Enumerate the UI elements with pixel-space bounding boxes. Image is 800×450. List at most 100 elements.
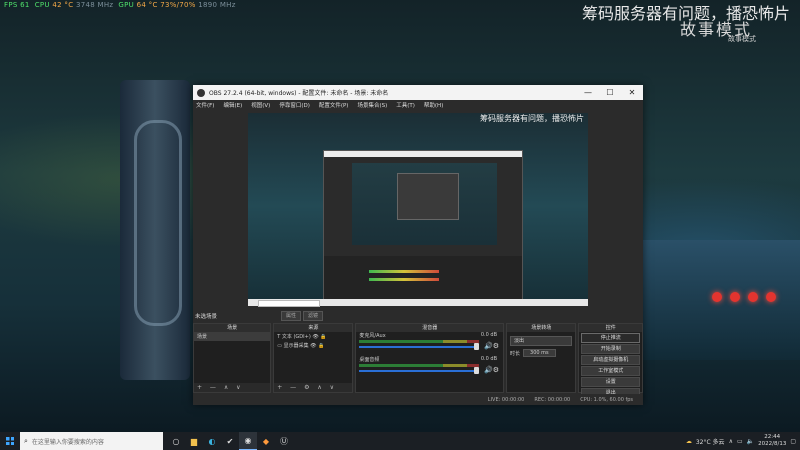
search-placeholder: 在这里输入你要搜索的内容 <box>31 438 104 446</box>
speaker-icon[interactable]: 🔊⚙ <box>484 366 499 374</box>
game-taskbar-icon[interactable]: ◆ <box>257 432 275 450</box>
scene-item[interactable]: 场景 <box>194 332 271 341</box>
scene-toolbar: 未选场景 属性 滤镜 <box>193 311 643 321</box>
edge-browser-icon[interactable]: ◐ <box>203 432 221 450</box>
cpu-label: CPU <box>34 1 50 9</box>
cpu-fps-status: CPU: 1.0%, 60.00 fps <box>580 396 633 403</box>
mixer-channel-desktop: 桌面音频 0.0 dB 🔊⚙ <box>356 356 503 380</box>
sources-footer-controls[interactable]: + — ⚙ ∧ ∨ <box>274 383 353 392</box>
transition-duration: 时长 300 ms <box>510 349 572 357</box>
taskbar-search-box[interactable]: ⌕ 在这里输入你要搜索的内容 <box>20 432 163 450</box>
obs-preview[interactable]: 筹码服务器有问题，播恐怖片 <box>248 113 588 307</box>
volume-slider[interactable] <box>359 346 480 348</box>
transitions-dock: 场景转场 淡出 时长 300 ms <box>506 323 577 393</box>
transitions-dock-title: 场景转场 <box>507 324 576 332</box>
speaker-icon[interactable]: 🔊⚙ <box>484 342 499 350</box>
stop-streaming-button[interactable]: 停止推流 <box>581 333 640 343</box>
mixer-channel-name: 麦克风/Aux <box>359 333 386 339</box>
search-icon: ⌕ <box>24 436 28 445</box>
mixer-channel-db: 0.0 dB <box>480 332 498 338</box>
menu-scene-collection[interactable]: 场景集合(S) <box>357 101 387 109</box>
controls-dock: 控件 停止推流 开始录制 启动虚拟摄像机 工作室模式 设置 退出 <box>578 323 643 398</box>
maximize-button[interactable]: ☐ <box>599 88 621 97</box>
volume-meter <box>359 364 480 367</box>
unreal-icon[interactable]: Ⓤ <box>275 432 293 450</box>
mixer-dock-title: 混音器 <box>356 324 504 332</box>
taskbar-clock[interactable]: 22:44 2022/8/13 <box>758 434 786 448</box>
volume-slider[interactable] <box>359 370 480 372</box>
close-button[interactable]: ✕ <box>621 88 643 97</box>
menu-file[interactable]: 文件(F) <box>196 101 214 109</box>
windows-logo-icon <box>6 437 14 445</box>
weather-icon: ☁ <box>685 437 692 445</box>
task-view-icon[interactable]: ○ <box>167 432 185 450</box>
mixer-channel-mic: 麦克风/Aux 0.0 dB 🔊⚙ <box>356 332 503 356</box>
sources-dock-title: 来源 <box>274 324 353 332</box>
menu-view[interactable]: 视图(V) <box>251 101 270 109</box>
mixer-channel-name: 桌面音频 <box>359 357 380 363</box>
gpu-label: GPU <box>118 1 135 9</box>
studio-mode-button[interactable]: 工作室模式 <box>581 366 640 376</box>
duration-input[interactable]: 300 ms <box>523 349 556 357</box>
mixer-channel-db: 0.0 dB <box>480 356 498 362</box>
notification-icon[interactable]: ▢ <box>790 438 796 445</box>
sources-dock: 来源 T 文本 (GDI+) 👁 🔒 ▭ 显示器采集 👁 🔒 + — ⚙ ∧ ∨ <box>273 323 354 393</box>
tray-chevron-icon[interactable]: ∧ <box>729 438 733 445</box>
cpu-temp: 42 °C <box>52 1 74 9</box>
duration-label: 时长 <box>510 350 521 357</box>
settings-button[interactable]: 设置 <box>581 377 640 387</box>
system-tray: ☁ 32°C 多云 ∧ ▭ 🔈 22:44 2022/8/13 ▢ <box>686 434 800 448</box>
scenes-footer-controls[interactable]: + — ∧ ∨ <box>194 383 271 392</box>
start-recording-button[interactable]: 开始录制 <box>581 344 640 354</box>
obs-app-icon <box>197 88 205 97</box>
scenes-dock: 场景 场景 + — ∧ ∨ <box>193 323 272 393</box>
volume-slider-handle[interactable] <box>474 343 480 350</box>
clock-time: 22:44 <box>764 434 781 440</box>
no-scene-selected-label: 未选场景 <box>195 314 218 320</box>
steam-icon[interactable]: ✔ <box>221 432 239 450</box>
fps-label: FPS <box>4 1 18 9</box>
menu-help[interactable]: 帮助(H) <box>424 101 443 109</box>
source-item-text[interactable]: T 文本 (GDI+) 👁 🔒 <box>274 332 352 341</box>
obs-window[interactable]: OBS 27.2.4 (64-bit, windows) - 配置文件: 未命名… <box>193 85 643 405</box>
cpu-freq: 3748 MHz <box>75 1 114 9</box>
source-item-display[interactable]: ▭ 显示器采集 👁 🔒 <box>274 341 352 350</box>
weather-text[interactable]: 32°C 多云 <box>696 437 725 446</box>
windows-taskbar: ⌕ 在这里输入你要搜索的内容 ○ ▆ ◐ ✔ ◉ ◆ Ⓤ ☁ 32°C 多云 ∧… <box>0 432 800 450</box>
live-timer: LIVE: 00:00:00 <box>487 396 525 403</box>
clock-date: 2022/8/13 <box>758 441 787 447</box>
menu-edit[interactable]: 编辑(E) <box>223 101 242 109</box>
virtual-camera-button[interactable]: 启动虚拟摄像机 <box>581 355 640 365</box>
taskbar-apps: ○ ▆ ◐ ✔ ◉ ◆ Ⓤ <box>167 432 293 450</box>
obs-taskbar-icon[interactable]: ◉ <box>239 432 257 450</box>
minimize-button[interactable]: — <box>577 88 599 97</box>
desktop-background: FPS 61 CPU 42 °C 3748 MHz GPU 64 °C 73%/… <box>0 0 800 432</box>
menu-tools[interactable]: 工具(T) <box>396 101 415 109</box>
lantern <box>766 292 776 302</box>
controls-dock-title: 控件 <box>579 324 642 332</box>
obs-titlebar[interactable]: OBS 27.2.4 (64-bit, windows) - 配置文件: 未命名… <box>193 85 643 100</box>
rec-timer: REC: 00:00:00 <box>534 396 571 403</box>
scenes-dock-title: 场景 <box>194 324 271 332</box>
start-button[interactable] <box>0 432 20 450</box>
nested-obs-window <box>323 150 523 299</box>
lantern <box>730 292 740 302</box>
obs-menubar: 文件(F) 编辑(E) 视图(V) 停靠窗口(D) 配置文件(P) 场景集合(S… <box>193 100 643 110</box>
volume-slider-handle[interactable] <box>474 367 480 374</box>
preview-taskbar <box>248 299 588 307</box>
obs-statusbar: LIVE: 00:00:00 REC: 00:00:00 CPU: 1.0%, … <box>193 394 643 405</box>
menu-docks[interactable]: 停靠窗口(D) <box>279 101 310 109</box>
transition-select[interactable]: 淡出 <box>510 336 573 346</box>
volume-icon[interactable]: 🔈 <box>747 438 754 445</box>
gpu-usage: 73%/70% <box>160 1 196 9</box>
gpu-temp: 64 °C <box>136 1 158 9</box>
filters-button[interactable]: 滤镜 <box>303 311 324 321</box>
gpu-freq: 1890 MHz <box>198 1 236 9</box>
file-explorer-icon[interactable]: ▆ <box>185 432 203 450</box>
network-icon[interactable]: ▭ <box>737 438 743 445</box>
obs-window-title: OBS 27.2.4 (64-bit, windows) - 配置文件: 未命名… <box>209 90 389 97</box>
menu-profile[interactable]: 配置文件(P) <box>319 101 349 109</box>
fps-value: 61 <box>20 1 30 9</box>
properties-button[interactable]: 属性 <box>281 311 302 321</box>
obs-docks: 场景 场景 + — ∧ ∨ 来源 T 文本 (GDI+) 👁 🔒 ▭ 显示器采集… <box>193 323 643 398</box>
